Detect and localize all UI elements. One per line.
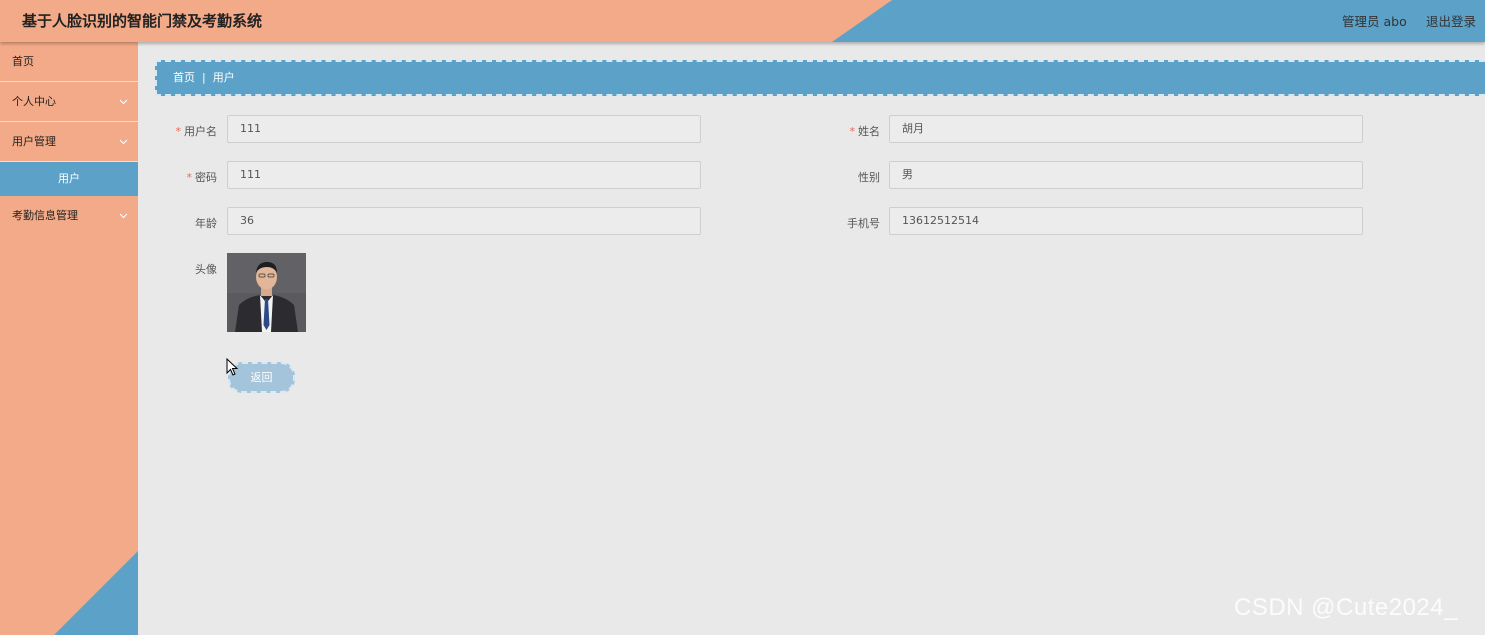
sidebar-item-home[interactable]: 首页: [0, 42, 138, 82]
sidebar-corner-decoration: [54, 551, 138, 635]
breadcrumb-home-link[interactable]: 首页: [173, 71, 195, 84]
phone-label: 手机号: [847, 217, 880, 230]
phone-field[interactable]: 13612512514: [889, 207, 1363, 235]
sidebar-item-label: 考勤信息管理: [12, 209, 78, 222]
avatar-image[interactable]: [227, 253, 306, 332]
name-label: * 姓名: [849, 125, 881, 138]
name-field[interactable]: 胡月: [889, 115, 1363, 143]
breadcrumb-separator: |: [202, 71, 206, 84]
username-label: * 用户名: [175, 125, 218, 138]
breadcrumb: 首页 | 用户: [155, 60, 1485, 96]
sidebar-item-personal-center[interactable]: 个人中心: [0, 82, 138, 122]
sidebar-item-user-management[interactable]: 用户管理: [0, 122, 138, 162]
username-field[interactable]: 111: [227, 115, 701, 143]
sidebar-item-label: 个人中心: [12, 95, 56, 108]
password-field[interactable]: 111: [227, 161, 701, 189]
sidebar-subitem-label: 用户: [58, 172, 80, 185]
logout-link[interactable]: 退出登录: [1426, 11, 1476, 30]
age-label: 年龄: [195, 217, 217, 230]
required-marker: *: [849, 125, 856, 138]
required-marker: *: [175, 125, 182, 138]
breadcrumb-current: 用户: [212, 71, 235, 84]
avatar-label: 头像: [195, 263, 217, 276]
app-header: 基于人脸识别的智能门禁及考勤系统 管理员 abo 退出登录: [0, 0, 1485, 42]
gender-label: 性别: [858, 171, 880, 184]
admin-user-label: 管理员 abo: [1342, 14, 1407, 29]
required-marker: *: [186, 171, 193, 184]
password-label: * 密码: [186, 171, 218, 184]
sidebar-subitem-user[interactable]: 用户: [0, 162, 138, 196]
chevron-down-icon: [119, 122, 128, 180]
age-field[interactable]: 36: [227, 207, 701, 235]
mouse-cursor-icon: [226, 358, 239, 376]
gender-field[interactable]: 男: [889, 161, 1363, 189]
sidebar: 首页 个人中心 用户管理 用户 考勤信息管理: [0, 42, 138, 635]
sidebar-item-attendance-management[interactable]: 考勤信息管理: [0, 196, 138, 236]
sidebar-item-label: 用户管理: [12, 135, 56, 148]
watermark: CSDN @Cute2024_: [1234, 594, 1458, 621]
chevron-down-icon: [119, 196, 128, 254]
sidebar-item-label: 首页: [12, 55, 34, 68]
app-title: 基于人脸识别的智能门禁及考勤系统: [22, 12, 263, 30]
